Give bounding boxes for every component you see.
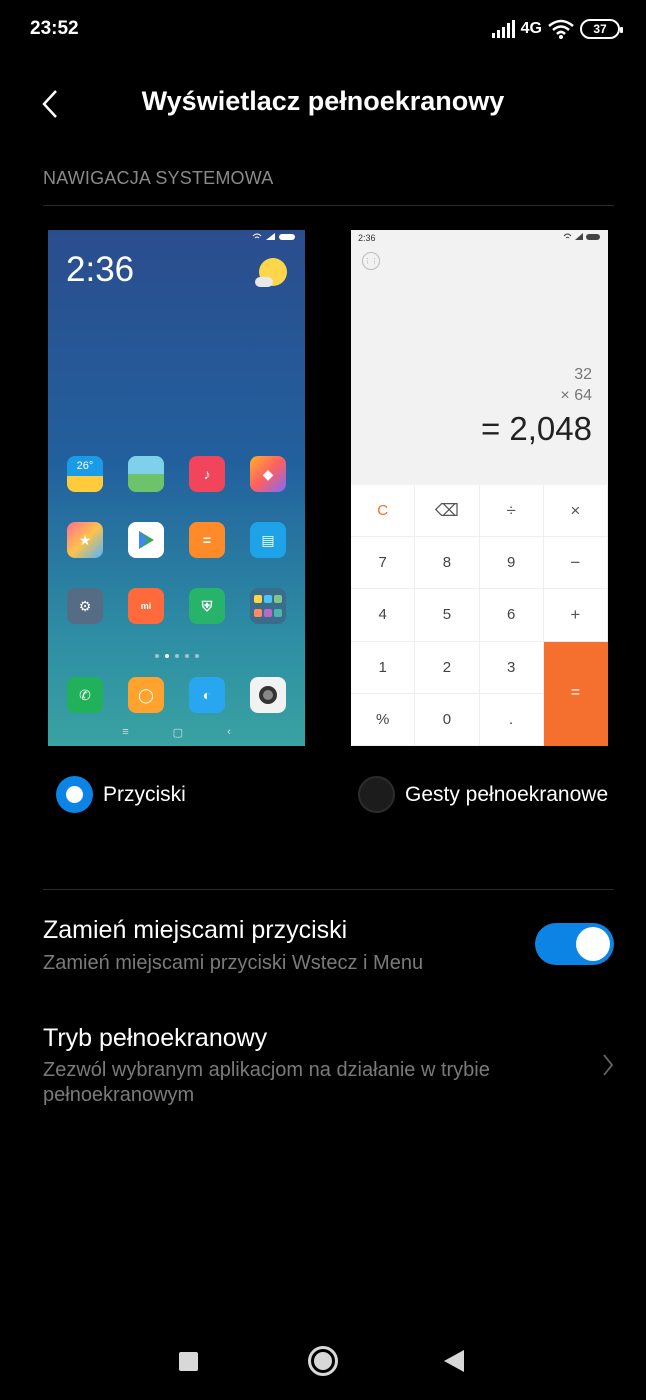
calc-key-minus: − bbox=[543, 537, 608, 590]
preview-buttons-navigation[interactable]: 2:36 26° ♪ ◆ ★ = ▤ ⚙ mi ⛨ ✆ ◯ ◐ ≡ ▢ ‹ bbox=[48, 230, 305, 746]
swap-buttons-toggle[interactable] bbox=[535, 923, 614, 965]
section-divider bbox=[43, 205, 614, 206]
home-icon: ▢ bbox=[172, 727, 184, 739]
calc-key-backspace: ⌫ bbox=[415, 485, 480, 538]
recents-icon[interactable] bbox=[179, 1352, 198, 1371]
section-title: NAWIGACJA SYSTEMOWA bbox=[43, 168, 274, 188]
mi-store-icon: mi bbox=[128, 588, 164, 624]
calc-operand-1: 32 bbox=[574, 366, 592, 383]
wifi-icon bbox=[563, 233, 572, 239]
setting-fullscreen-title: Tryb pełnoekranowy bbox=[43, 1024, 268, 1052]
gallery-app-icon bbox=[128, 456, 164, 492]
signal-icon bbox=[266, 233, 275, 240]
calc-key-multiply: × bbox=[543, 485, 608, 538]
calc-key-plus: + bbox=[543, 589, 608, 642]
favorites-app-icon: ★ bbox=[67, 522, 103, 558]
browser-app-icon: ◐ bbox=[189, 677, 225, 713]
radio-label-gestures: Gesty pełnoekranowe bbox=[405, 782, 609, 806]
calc-key-4: 4 bbox=[351, 589, 416, 642]
weather-icon bbox=[255, 258, 287, 287]
wifi-icon bbox=[252, 233, 262, 239]
page-indicator bbox=[48, 654, 305, 658]
calc-key-dot: . bbox=[479, 693, 544, 746]
settings-divider bbox=[43, 889, 614, 890]
setting-swap-subtitle: Zamień miejscami przyciski Wstecz i Menu bbox=[43, 952, 424, 974]
calc-key-divide: ÷ bbox=[479, 485, 544, 538]
chevron-right-icon bbox=[598, 1050, 618, 1080]
preview-status-icons bbox=[252, 233, 295, 240]
calc-menu-icon: ⋮⋮ bbox=[362, 252, 380, 270]
radio-button-selected[interactable] bbox=[56, 776, 93, 813]
calc-key-2: 2 bbox=[415, 641, 480, 694]
calc-key-percent: % bbox=[351, 693, 416, 746]
back-triangle-icon[interactable] bbox=[444, 1350, 464, 1372]
calc-key-1: 1 bbox=[351, 641, 416, 694]
themes-app-icon: ◆ bbox=[250, 456, 286, 492]
notes-app-icon: ▤ bbox=[250, 522, 286, 558]
calc-operand-2: × 64 bbox=[560, 387, 592, 404]
radio-button-unselected[interactable] bbox=[358, 776, 395, 813]
calc-display: 2:36 ⋮⋮ 32 × 64 = 2,048 bbox=[351, 230, 608, 485]
network-type: 4G bbox=[520, 20, 542, 37]
toggle-knob bbox=[576, 927, 610, 961]
status-bar: 23:52 4G 37 bbox=[0, 0, 646, 58]
setting-swap-title: Zamień miejscami przyciski bbox=[43, 916, 348, 944]
calc-key-9: 9 bbox=[479, 537, 544, 590]
calc-result: = 2,048 bbox=[480, 410, 592, 447]
page-title: Wyświetlacz pełnoekranowy bbox=[141, 86, 505, 116]
play-icon bbox=[139, 531, 154, 549]
battery-icon bbox=[279, 233, 295, 240]
app-grid: 26° ♪ ◆ ★ = ▤ ⚙ mi ⛨ bbox=[67, 456, 287, 624]
home-button-icon[interactable] bbox=[308, 1346, 338, 1376]
music-app-icon: ♪ bbox=[189, 456, 225, 492]
messages-app-icon: ◯ bbox=[128, 677, 164, 713]
wifi-icon bbox=[548, 19, 574, 39]
preview-status-icons bbox=[563, 233, 600, 240]
calc-key-5: 5 bbox=[415, 589, 480, 642]
battery-icon bbox=[586, 233, 600, 240]
calc-key-3: 3 bbox=[479, 641, 544, 694]
weather-app-icon: 26° bbox=[67, 456, 103, 492]
preview-clock: 2:36 bbox=[66, 250, 135, 289]
dock: ✆ ◯ ◐ bbox=[67, 677, 287, 713]
calc-key-0: 0 bbox=[415, 693, 480, 746]
calc-key-8: 8 bbox=[415, 537, 480, 590]
system-nav-bar bbox=[0, 1330, 646, 1392]
status-icons: 4G 37 bbox=[491, 17, 623, 41]
radio-option-gestures[interactable]: Gesty pełnoekranowe bbox=[358, 776, 608, 813]
radio-option-buttons[interactable]: Przyciski bbox=[56, 776, 186, 813]
signal-icon bbox=[575, 233, 583, 240]
calc-key-6: 6 bbox=[479, 589, 544, 642]
status-time: 23:52 bbox=[30, 18, 79, 39]
preview-nav-buttons: ≡ ▢ ‹ bbox=[48, 726, 305, 739]
back-icon: ‹ bbox=[227, 726, 231, 738]
play-store-icon bbox=[128, 522, 164, 558]
setting-fullscreen-subtitle: Zezwól wybranym aplikacjom na działanie … bbox=[43, 1059, 490, 1106]
tools-app-icon: = bbox=[189, 522, 225, 558]
settings-app-icon: ⚙ bbox=[67, 588, 103, 624]
battery-level: 37 bbox=[593, 22, 607, 36]
calc-key-clear: C bbox=[351, 485, 416, 538]
preview-status-time: 2:36 bbox=[358, 233, 376, 243]
phone-app-icon: ✆ bbox=[67, 677, 103, 713]
calc-keypad: C ⌫ ÷ × 7 8 9 − 4 5 6 + 1 2 3 = % 0 . bbox=[351, 485, 608, 746]
preview-gestures-navigation[interactable]: 2:36 ⋮⋮ 32 × 64 = 2,048 C ⌫ ÷ × 7 8 9 − … bbox=[351, 230, 608, 746]
camera-icon bbox=[259, 686, 277, 704]
menu-icon: ≡ bbox=[122, 726, 129, 738]
calc-key-equals: = bbox=[543, 641, 608, 746]
battery-icon: 37 bbox=[580, 19, 623, 39]
radio-label-buttons: Przyciski bbox=[103, 782, 186, 806]
folder-icon bbox=[250, 588, 286, 624]
security-app-icon: ⛨ bbox=[189, 588, 225, 624]
camera-app-icon bbox=[250, 677, 286, 713]
signal-icon bbox=[491, 20, 515, 38]
calc-key-7: 7 bbox=[351, 537, 416, 590]
weather-app-temp: 26° bbox=[76, 460, 94, 472]
